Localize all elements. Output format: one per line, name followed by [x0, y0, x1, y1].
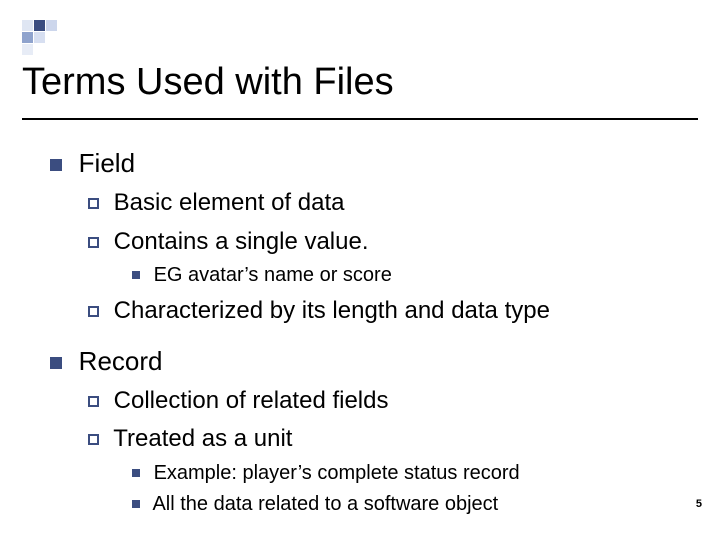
- square-small-icon: [132, 500, 140, 508]
- bullet-text: Treated as a unit: [113, 425, 292, 452]
- square-open-icon: [88, 237, 99, 248]
- bullet-label: Field: [79, 148, 135, 178]
- bullet-level2: Collection of related fields: [88, 385, 690, 417]
- square-open-icon: [88, 306, 99, 317]
- bullet-level3: Example: player’s complete status record: [132, 460, 690, 487]
- bullet-level2: Characterized by its length and data typ…: [88, 295, 690, 327]
- square-open-icon: [88, 434, 99, 445]
- bullet-text: Basic element of data: [114, 189, 345, 216]
- bullet-text: EG avatar’s name or score: [154, 264, 392, 286]
- bullet-level3: EG avatar’s name or score: [132, 262, 690, 289]
- square-small-icon: [132, 271, 140, 279]
- bullet-text: Characterized by its length and data typ…: [114, 297, 550, 324]
- bullet-level1: Field: [50, 146, 690, 181]
- bullet-level2: Basic element of data: [88, 187, 690, 219]
- bullet-text: Contains a single value.: [114, 228, 369, 255]
- corner-decoration: [22, 20, 70, 56]
- square-filled-icon: [50, 159, 62, 171]
- slide-body: Field Basic element of data Contains a s…: [50, 140, 690, 518]
- square-filled-icon: [50, 357, 62, 369]
- bullet-level1: Record: [50, 344, 690, 379]
- page-number: 5: [696, 498, 702, 510]
- bullet-text: All the data related to a software objec…: [152, 493, 498, 515]
- bullet-level2: Treated as a unit: [88, 423, 690, 455]
- bullet-label: Record: [79, 346, 163, 376]
- bullet-level3: All the data related to a software objec…: [132, 491, 690, 518]
- square-open-icon: [88, 396, 99, 407]
- bullet-level2: Contains a single value.: [88, 226, 690, 258]
- bullet-text: Example: player’s complete status record: [154, 462, 520, 484]
- square-small-icon: [132, 469, 140, 477]
- square-open-icon: [88, 198, 99, 209]
- slide-title: Terms Used with Files: [22, 62, 394, 104]
- title-underline: [22, 118, 698, 120]
- bullet-text: Collection of related fields: [114, 387, 389, 414]
